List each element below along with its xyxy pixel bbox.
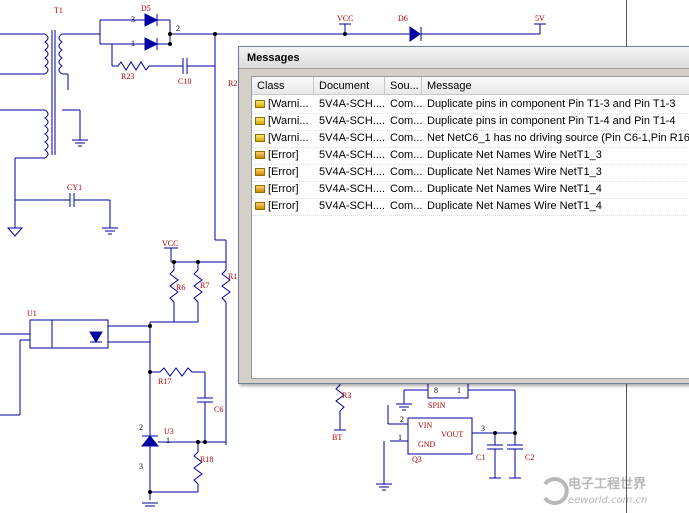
label-r1: R1	[228, 272, 237, 281]
watermark: 电子工程世界 eeworld.com.cn	[543, 476, 647, 506]
label-vcc-mid: VCC	[162, 239, 178, 248]
error-folder-icon	[255, 151, 265, 159]
pin-u3-1: 1	[166, 436, 170, 445]
cell-message: Duplicate Net Names Wire NetT1_3	[427, 166, 602, 178]
cell-message: Duplicate pins in component Pin T1-4 and…	[427, 115, 676, 127]
messages-panel[interactable]: Messages Class Document Sou... Message […	[238, 46, 689, 384]
cell-source: Com...	[390, 166, 422, 178]
cell-document: 5V4A-SCH....	[319, 132, 385, 144]
message-row[interactable]: [Error] 5V4A-SCH.... Com... Duplicate Net N…	[252, 198, 689, 215]
pin-q3-2: 2	[400, 415, 404, 424]
cell-class: [Error]	[268, 200, 299, 212]
label-d5: D5	[141, 4, 151, 13]
label-gnd: GND	[418, 440, 436, 449]
label-c2: C2	[525, 453, 534, 462]
label-r17: R17	[158, 377, 171, 386]
cell-source: Com...	[390, 132, 422, 144]
label-vcc-top: VCC	[337, 14, 353, 23]
cell-message: Duplicate Net Names Wire NetT1_4	[427, 200, 602, 212]
cell-message: Duplicate pins in component Pin T1-3 and…	[427, 98, 676, 110]
pin-1: 1	[131, 39, 135, 48]
messages-title[interactable]: Messages	[239, 47, 689, 69]
cell-source: Com...	[390, 183, 422, 195]
label-cy1: CY1	[67, 183, 82, 192]
label-vin: VIN	[418, 421, 432, 430]
cell-source: Com...	[390, 98, 422, 110]
message-row[interactable]: [Warni... 5V4A-SCH.... Com... Duplicate pin…	[252, 96, 689, 113]
label-t1: T1	[54, 6, 63, 15]
cell-document: 5V4A-SCH....	[319, 166, 385, 178]
warning-folder-icon	[255, 100, 265, 108]
label-vout: VOUT	[441, 430, 463, 439]
message-row[interactable]: [Error] 5V4A-SCH.... Com... Duplicate Net N…	[252, 147, 689, 164]
pin-u3-2: 2	[139, 423, 143, 432]
cell-class: [Error]	[268, 183, 299, 195]
label-5v: 5V	[535, 14, 545, 23]
label-c10: C10	[178, 77, 191, 86]
pin-q3-3: 3	[481, 424, 485, 433]
label-d6: D6	[398, 14, 408, 23]
label-r2: R2	[228, 79, 237, 88]
messages-table[interactable]: Class Document Sou... Message [Warni... 5…	[251, 76, 689, 379]
label-r3: R3	[342, 391, 351, 400]
error-folder-icon	[255, 202, 265, 210]
cell-document: 5V4A-SCH....	[319, 115, 385, 127]
watermark-en: eeworld.com.cn	[568, 495, 647, 506]
row-divider	[252, 215, 689, 216]
warning-folder-icon	[255, 134, 265, 142]
label-r23: R23	[121, 72, 134, 81]
message-row[interactable]: [Error] 5V4A-SCH.... Com... Duplicate Net N…	[252, 164, 689, 181]
cell-source: Com...	[390, 115, 422, 127]
cell-class: [Error]	[268, 149, 299, 161]
label-c6: C6	[214, 405, 223, 414]
cell-document: 5V4A-SCH....	[319, 183, 385, 195]
message-row[interactable]: [Warni... 5V4A-SCH.... Com... Duplicate pin…	[252, 113, 689, 130]
cell-class: [Warni...	[268, 98, 309, 110]
label-spin: SPIN	[428, 401, 446, 410]
pin-spin-1: 1	[457, 386, 461, 395]
cell-message: Duplicate Net Names Wire NetT1_3	[427, 149, 602, 161]
cell-message: Net NetC6_1 has no driving source (Pin C…	[427, 132, 689, 144]
cell-document: 5V4A-SCH....	[319, 200, 385, 212]
error-folder-icon	[255, 168, 265, 176]
column-header-document[interactable]: Document	[314, 77, 385, 95]
column-header-source[interactable]: Sou...	[385, 77, 422, 95]
pin-2: 2	[176, 24, 180, 33]
label-u3: U3	[164, 427, 174, 436]
pin-3: 3	[131, 15, 135, 24]
cell-class: [Error]	[268, 166, 299, 178]
label-u1: U1	[27, 309, 37, 318]
label-r18: R18	[200, 455, 213, 464]
cell-message: Duplicate Net Names Wire NetT1_4	[427, 183, 602, 195]
column-header-class[interactable]: Class	[252, 77, 314, 95]
label-q3: Q3	[412, 455, 422, 464]
pin-u3-3: 3	[139, 462, 143, 471]
label-r6: R6	[176, 283, 185, 292]
cell-source: Com...	[390, 200, 422, 212]
cell-document: 5V4A-SCH....	[319, 149, 385, 161]
message-row[interactable]: [Warni... 5V4A-SCH.... Com... Net NetC6_1 h…	[252, 130, 689, 147]
column-header-message[interactable]: Message	[422, 77, 689, 95]
label-r7: R7	[200, 281, 209, 290]
pin-q3-1: 1	[398, 433, 402, 442]
cell-source: Com...	[390, 149, 422, 161]
watermark-logo-icon	[543, 477, 569, 505]
pin-spin-8: 8	[434, 386, 438, 395]
cell-document: 5V4A-SCH....	[319, 98, 385, 110]
label-bt: BT	[332, 433, 342, 442]
error-folder-icon	[255, 185, 265, 193]
cell-class: [Warni...	[268, 115, 309, 127]
warning-folder-icon	[255, 117, 265, 125]
label-c1: C1	[476, 453, 485, 462]
message-row[interactable]: [Error] 5V4A-SCH.... Com... Duplicate Net N…	[252, 181, 689, 198]
watermark-cn: 电子工程世界	[568, 476, 646, 492]
cell-class: [Warni...	[268, 132, 309, 144]
